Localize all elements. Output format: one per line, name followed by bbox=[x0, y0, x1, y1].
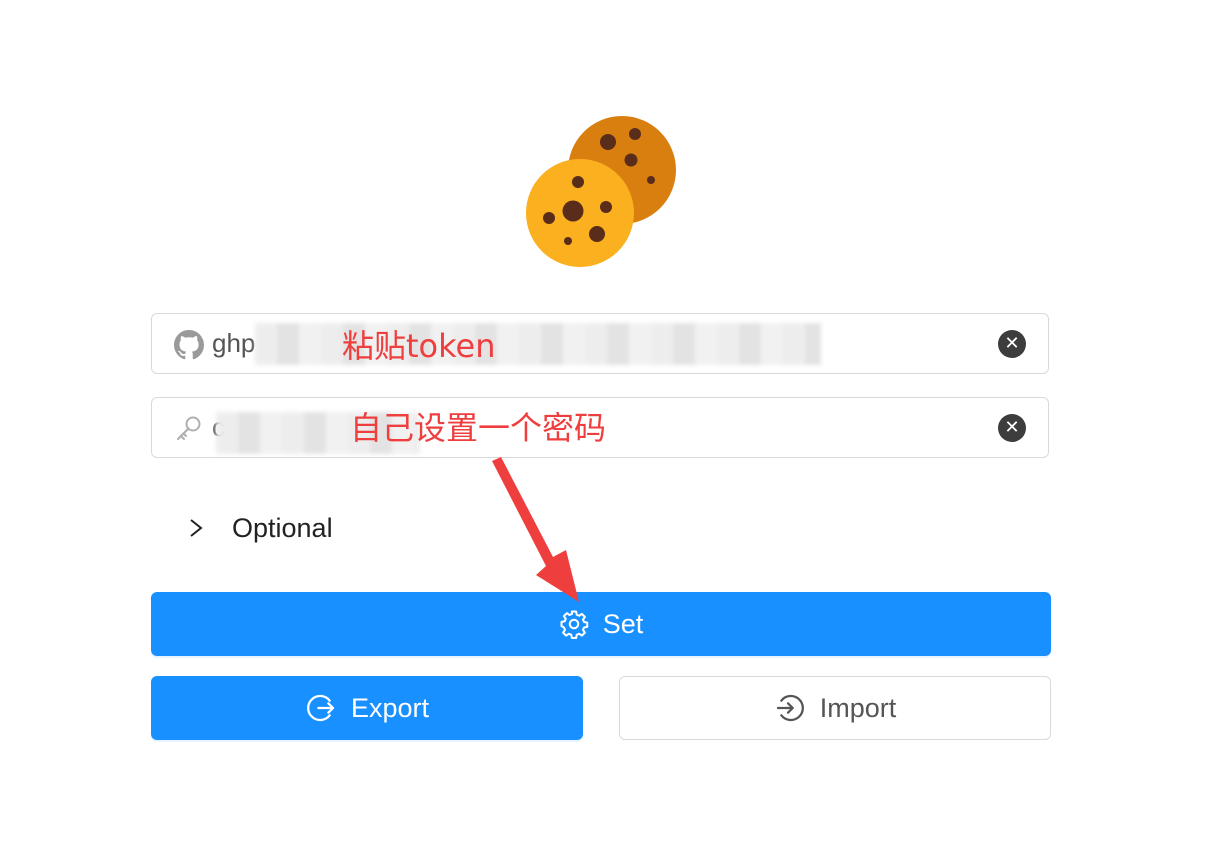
redacted-token bbox=[255, 323, 821, 365]
key-icon bbox=[176, 416, 201, 441]
close-circle-icon[interactable]: ✕ bbox=[998, 414, 1026, 442]
optional-toggle[interactable]: Optional bbox=[186, 510, 333, 546]
import-label: Import bbox=[819, 692, 897, 723]
cookies-icon bbox=[526, 116, 676, 267]
optional-label: Optional bbox=[232, 512, 333, 543]
set-label: Set bbox=[602, 608, 644, 639]
close-circle-icon[interactable]: ✕ bbox=[998, 330, 1026, 358]
github-icon bbox=[174, 330, 204, 360]
import-icon bbox=[776, 694, 804, 722]
annotation-arrow-icon bbox=[492, 457, 579, 602]
export-label: Export bbox=[350, 692, 430, 723]
import-button[interactable]: Import bbox=[619, 676, 1051, 740]
chevron-right-icon bbox=[190, 519, 203, 537]
export-icon bbox=[307, 694, 335, 722]
set-button[interactable]: Set bbox=[151, 592, 1051, 656]
token-input[interactable]: ghp ✕ bbox=[151, 313, 1049, 374]
password-annotation: 自己设置一个密码 bbox=[350, 409, 607, 447]
export-button[interactable]: Export bbox=[151, 676, 583, 740]
token-value: ghp bbox=[212, 328, 256, 358]
gear-icon bbox=[560, 610, 588, 639]
token-annotation: 粘贴token bbox=[342, 327, 496, 365]
